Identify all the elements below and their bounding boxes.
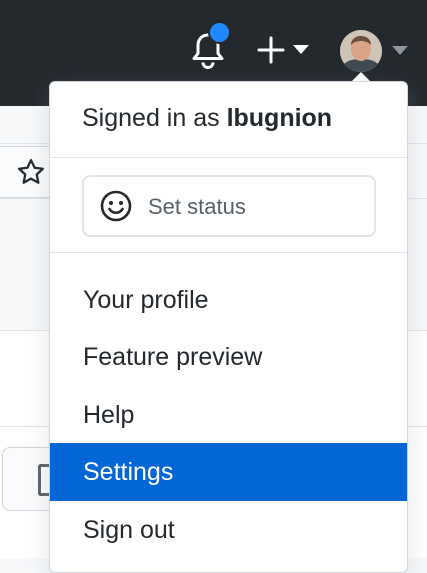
create-new-button[interactable] [257,34,313,66]
caret-down-icon [392,46,408,55]
set-status-label: Set status [148,194,246,219]
star-icon [18,159,44,184]
menu-item-sign-out[interactable]: Sign out [50,501,407,559]
smiley-icon [100,190,132,222]
set-status-button[interactable]: Set status [82,175,376,237]
dropdown-divider [50,252,407,253]
avatar [340,30,382,72]
signed-in-label: Signed in as [82,104,220,132]
menu-item-your-profile[interactable]: Your profile [50,271,407,329]
user-dropdown-menu: Signed in as lbugnion Set status Your pr… [49,81,408,573]
menu-item-settings[interactable]: Settings [50,443,407,501]
username[interactable]: lbugnion [227,104,333,132]
notification-indicator [208,21,231,44]
dropdown-divider [50,157,407,158]
user-menu-button[interactable] [340,30,410,72]
caret-down-icon [293,45,309,54]
plus-icon [257,36,285,64]
menu-item-feature-preview[interactable]: Feature preview [50,328,407,386]
menu-item-help[interactable]: Help [50,386,407,444]
signed-in-header: Signed in as lbugnion [82,104,332,133]
